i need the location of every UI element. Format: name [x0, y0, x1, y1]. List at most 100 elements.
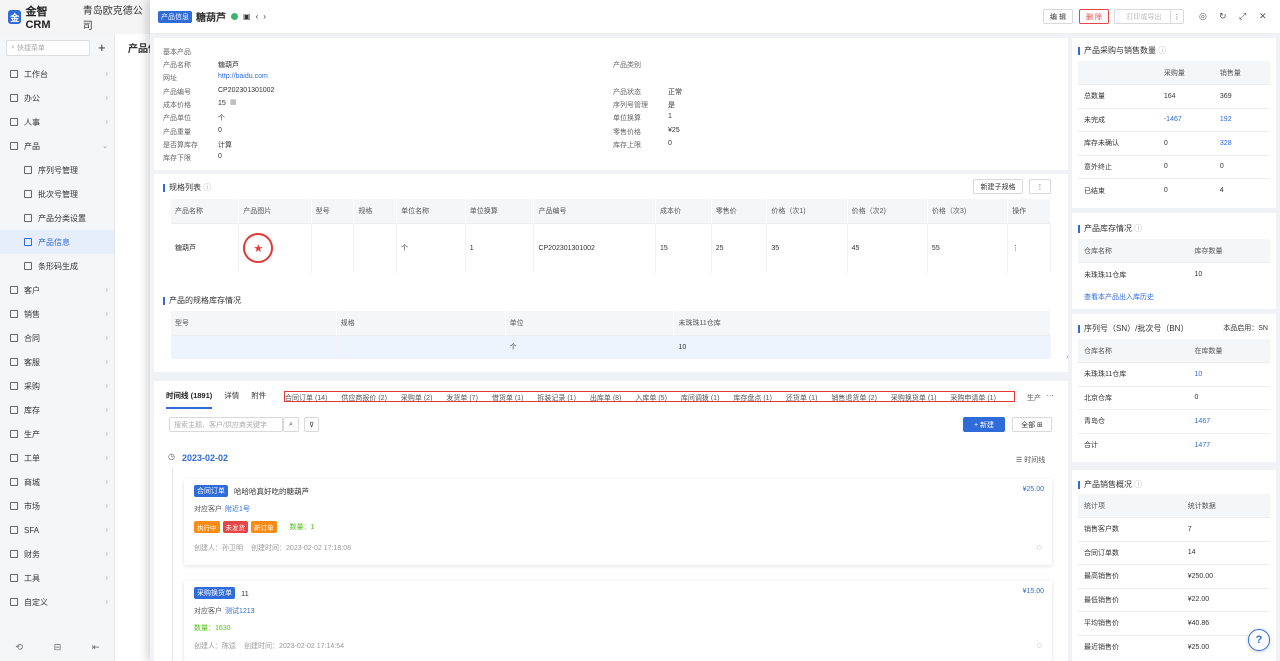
sidebar-item-16[interactable]: 工单 ›: [0, 446, 114, 470]
sidebar-item-label: 办公: [24, 93, 40, 103]
column-header: 单位换算: [465, 199, 535, 223]
grid-icon: [10, 70, 18, 78]
tabs-more-icon[interactable]: ···: [1046, 391, 1054, 400]
comment-icon[interactable]: ◌: [1037, 640, 1042, 650]
sidebar-item-7[interactable]: 产品信息: [0, 230, 114, 254]
folder-icon: [24, 166, 32, 174]
customer-link[interactable]: 测试1213: [225, 608, 255, 615]
entry-title[interactable]: 哈哈哈真好吃的糖葫芦: [234, 486, 309, 497]
sidebar-item-5[interactable]: 批次号管理: [0, 182, 114, 206]
table-cell[interactable]: ⋮: [1007, 222, 1051, 273]
sidebar-item-4[interactable]: 序列号管理: [0, 158, 114, 182]
sidebar-item-6[interactable]: 产品分类设置: [0, 206, 114, 230]
timeline-search-input[interactable]: 搜索主题、客户/供应商关键字: [169, 417, 283, 432]
search-icon[interactable]: ⌕: [283, 417, 299, 432]
sidebar-item-label: 生产: [24, 429, 40, 439]
sidebar-item-label: SFA: [24, 525, 40, 535]
filter-icon[interactable]: ⊽: [304, 417, 319, 432]
print-export-button[interactable]: 打印或导出: [1114, 9, 1174, 24]
card-icon[interactable]: ▣: [243, 12, 251, 21]
table-row: 未珠珠11仓库 10: [1078, 362, 1270, 386]
sidebar-item-17[interactable]: 商城 ›: [0, 470, 114, 494]
sidebar-item-21[interactable]: 工具 ›: [0, 566, 114, 590]
sidebar-item-2[interactable]: 人事 ›: [0, 110, 114, 134]
tab-production[interactable]: 生产: [1027, 393, 1041, 403]
timeline-view-toggle[interactable]: ☰ 时间线: [1016, 455, 1045, 465]
sidebar-item-15[interactable]: 生产 ›: [0, 422, 114, 446]
sidebar-item-13[interactable]: 采购 ›: [0, 374, 114, 398]
history-icon[interactable]: ⟲: [15, 642, 23, 653]
new-sub-spec-button[interactable]: 新建子规格: [973, 179, 1023, 194]
more-button[interactable]: ⋮: [1170, 9, 1184, 24]
table-cell[interactable]: 1477: [1188, 432, 1270, 457]
sidebar-item-3[interactable]: 产品 ⌄: [0, 134, 114, 158]
sidebar-item-14[interactable]: 库存 ›: [0, 398, 114, 422]
sidebar-search-input[interactable]: ⌕ 快捷菜单: [6, 40, 90, 56]
table-row: 最近销售价 ¥25.00: [1078, 634, 1270, 659]
column-header: 仓库名称: [1078, 239, 1189, 263]
layout-icon[interactable]: ⊟: [54, 642, 62, 653]
all-filter-button[interactable]: 全部 ⊞: [1012, 417, 1052, 432]
spec-more-button[interactable]: ⋮: [1029, 179, 1051, 194]
edit-button[interactable]: 编 辑: [1043, 9, 1073, 24]
entry-quantity: 数量：1630: [194, 625, 231, 632]
factory-icon: [10, 430, 18, 438]
table-cell[interactable]: 10: [1188, 362, 1270, 386]
field-label: 产品编号: [163, 89, 191, 96]
help-icon[interactable]: ?: [1248, 629, 1270, 651]
column-header: 仓库名称: [1078, 339, 1189, 363]
table-cell[interactable]: 328: [1213, 131, 1270, 155]
tool-icon: [10, 574, 18, 582]
timeline-entry[interactable]: 合同订单 哈哈哈真好吃的糖葫芦 ¥25.00 对应客户 附近1号 执行中 未发货 新订单 数量：…: [184, 479, 1052, 565]
sidebar-item-19[interactable]: SFA ›: [0, 518, 114, 542]
tab-attachments[interactable]: 附件: [251, 390, 266, 401]
status-badge: 未发货: [222, 521, 248, 533]
table-cell[interactable]: -1467: [1157, 107, 1214, 132]
finance-icon: [10, 550, 18, 558]
table-cell: 合计: [1078, 432, 1189, 457]
sidebar-item-10[interactable]: 销售 ›: [0, 302, 114, 326]
entry-title[interactable]: 11: [241, 589, 249, 598]
column-header: 单位: [505, 311, 675, 335]
collapse-icon[interactable]: ⇤: [92, 642, 100, 653]
target-icon[interactable]: ◎: [1199, 11, 1207, 22]
chevron-icon: ›: [105, 550, 108, 558]
table-cell[interactable]: 192: [1213, 107, 1270, 132]
company-name[interactable]: 青岛欧克德公司: [83, 2, 150, 32]
sales-overview-title: 产品销售概况 ⓘ: [1078, 479, 1142, 490]
product-image-stamp[interactable]: ★: [243, 233, 274, 264]
field-value[interactable]: http://baidu.com: [218, 73, 268, 80]
table-cell[interactable]: 1467: [1188, 409, 1270, 433]
timeline-entry[interactable]: 采购换货单 11 ¥15.00 对应客户 测试1213 数量：1630 创建人：陈逵 创建时间…: [184, 581, 1052, 661]
tab-details[interactable]: 详情: [224, 390, 239, 401]
fullscreen-icon[interactable]: ⤢: [1239, 11, 1246, 22]
close-icon[interactable]: ✕: [1259, 11, 1267, 22]
brand-name: 金智CRM: [25, 6, 51, 31]
sidebar-item-11[interactable]: 合同 ›: [0, 326, 114, 350]
cart-icon: [10, 310, 18, 318]
sidebar-item-12[interactable]: 客服 ›: [0, 350, 114, 374]
prev-icon[interactable]: ‹: [256, 12, 259, 21]
sidebar-item-1[interactable]: 办公 ›: [0, 86, 114, 110]
sidebar-item-18[interactable]: 市场 ›: [0, 494, 114, 518]
chevron-icon: ›: [105, 334, 108, 342]
collapse-right-icon[interactable]: ›: [1066, 352, 1069, 361]
new-record-button[interactable]: + 新建: [963, 417, 1005, 432]
sidebar-item-8[interactable]: 条形码生成: [0, 254, 114, 278]
sidebar-item-9[interactable]: 客户 ›: [0, 278, 114, 302]
timeline-line: [172, 467, 173, 661]
sidebar-item-20[interactable]: 财务 ›: [0, 542, 114, 566]
customer-link[interactable]: 附近1号: [225, 506, 250, 513]
sidebar-add-button[interactable]: +: [98, 40, 106, 55]
inventory-table: 仓库名称 库存数量 未珠珠11仓库 10: [1078, 239, 1270, 286]
calc-icon[interactable]: ▦: [230, 98, 237, 106]
sidebar-item-22[interactable]: 自定义 ›: [0, 590, 114, 614]
sidebar-item-0[interactable]: 工作台 ›: [0, 62, 114, 86]
delete-button[interactable]: 删 除: [1079, 9, 1109, 24]
inventory-history-link[interactable]: 查看本产品出入库历史: [1084, 292, 1154, 302]
next-icon[interactable]: ›: [263, 12, 266, 21]
refresh-icon[interactable]: ↻: [1219, 11, 1227, 22]
sidebar-item-label: 商城: [24, 477, 40, 487]
comment-icon[interactable]: ◌: [1037, 542, 1042, 552]
tab-timeline[interactable]: 时间线 (1891): [166, 390, 213, 409]
